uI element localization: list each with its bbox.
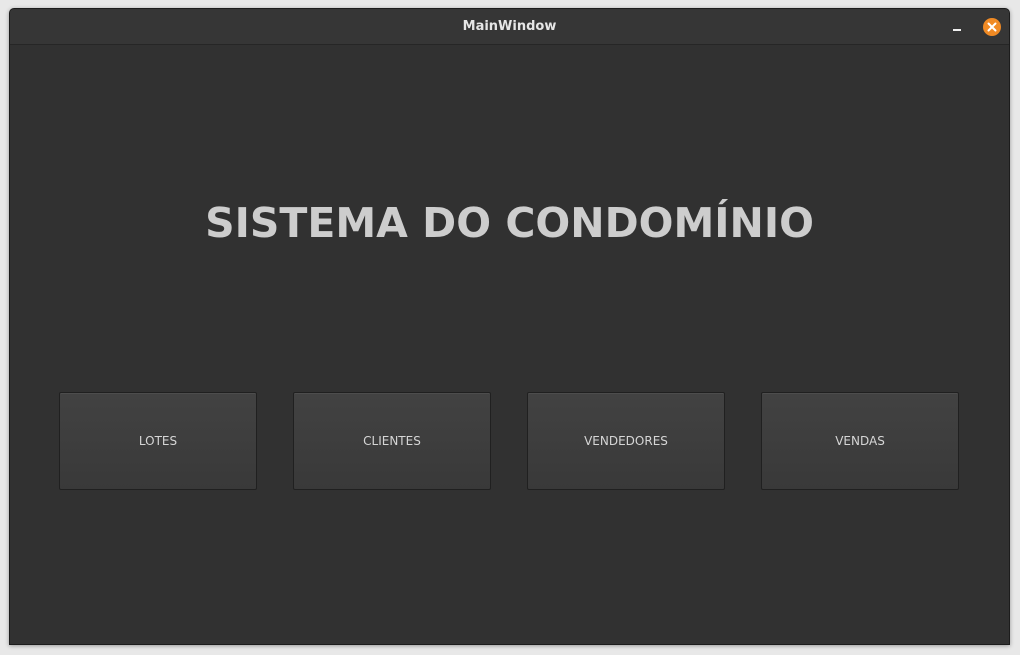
- clientes-button[interactable]: CLIENTES: [293, 392, 491, 490]
- minimize-button[interactable]: [948, 19, 966, 37]
- main-window: MainWindow SISTEMA DO CONDOMÍNIO LOTES C…: [9, 8, 1010, 645]
- window-title: MainWindow: [462, 19, 557, 34]
- page-title: SISTEMA DO CONDOMÍNIO: [205, 199, 814, 247]
- close-button[interactable]: [983, 18, 1001, 36]
- minimize-icon: [953, 29, 961, 31]
- close-icon: [987, 22, 997, 32]
- vendedores-button[interactable]: VENDEDORES: [527, 392, 725, 490]
- vendas-button[interactable]: VENDAS: [761, 392, 959, 490]
- lotes-button[interactable]: LOTES: [59, 392, 257, 490]
- titlebar[interactable]: MainWindow: [10, 9, 1009, 45]
